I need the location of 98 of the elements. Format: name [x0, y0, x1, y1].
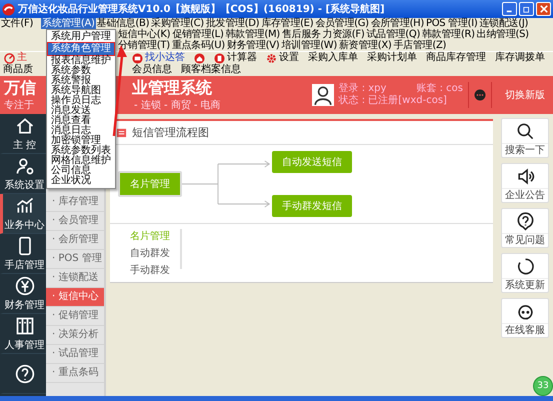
- refresh-icon: [516, 257, 534, 276]
- toolbar-button[interactable]: 计算器: [214, 52, 257, 64]
- menu-item[interactable]: 加密锁管理: [47, 136, 115, 146]
- book-icon: [14, 316, 34, 336]
- menu-item[interactable]: 力资源(F): [322, 29, 366, 40]
- subnav-item[interactable]: · 试品管理: [46, 345, 104, 364]
- toolbar-button[interactable]: 顾客档案信息: [181, 64, 241, 76]
- window-title: 万信达化妆品行业管理系统V10.0【旗舰版】【COS】(160819) - [系统导航图]: [18, 2, 385, 16]
- menu-item[interactable]: 连锁配送(J): [478, 18, 530, 29]
- toolbar-button[interactable]: 找小达答: [132, 52, 185, 64]
- menu-item[interactable]: 售后服务: [280, 29, 322, 40]
- switch-version-button[interactable]: 切换新版: [497, 88, 553, 102]
- brand-title: 万信: [4, 78, 36, 98]
- menu-item[interactable]: 消息查看: [47, 116, 115, 126]
- account-label: 账套 : cos: [416, 83, 463, 95]
- menu-item[interactable]: 操作员日志: [47, 96, 115, 106]
- menu-item[interactable]: 会所管理(H): [370, 18, 425, 29]
- menu-item[interactable]: 试品管理(Q): [365, 29, 422, 40]
- menu-item[interactable]: 财务管理(V): [226, 40, 280, 51]
- menu-item[interactable]: 重点条码(U): [170, 40, 226, 51]
- speaker-icon: [516, 167, 534, 186]
- menu-item[interactable]: 培训管理(W): [280, 40, 338, 51]
- menu-item[interactable]: POS 管理(I): [425, 18, 478, 29]
- subnav-item[interactable]: · 会员管理: [46, 212, 104, 231]
- menu-item[interactable]: 系统管理(A): [41, 18, 96, 29]
- toolbar-button[interactable]: 设置: [266, 52, 299, 64]
- menu-item[interactable]: 企业状况: [47, 176, 115, 186]
- toolbar-button[interactable]: 商品质: [0, 64, 33, 76]
- settings-icon: [266, 52, 277, 64]
- menu-item[interactable]: 采购管理(C): [150, 18, 205, 29]
- house-icon: [14, 116, 34, 136]
- menu-item[interactable]: 基础信息(B): [96, 18, 150, 29]
- menu-item[interactable]: 报表信息维护: [47, 56, 115, 66]
- menu-item[interactable]: 文件(F): [0, 18, 42, 29]
- search-icon: [516, 122, 534, 141]
- subnav-item[interactable]: · 会所管理: [46, 231, 104, 250]
- card-title: 短信管理流程图: [132, 125, 209, 140]
- sidebar-item[interactable]: 业务中心: [0, 194, 46, 234]
- menu-item[interactable]: 网格信息维护: [47, 156, 115, 166]
- toolbar-button[interactable]: 采购入库单: [308, 52, 358, 64]
- quick-tool-button[interactable]: 在线客服: [501, 298, 549, 338]
- menu-item[interactable]: 批发管理(D): [204, 18, 260, 29]
- summary-link[interactable]: 自动群发: [130, 246, 170, 260]
- toolbar-button[interactable]: 主: [0, 52, 27, 64]
- subnav-item[interactable]: · 库存管理: [46, 193, 104, 212]
- gauge-icon: [4, 52, 15, 64]
- notification-badge: 33: [533, 376, 553, 396]
- menu-item[interactable]: 公司信息: [47, 166, 115, 176]
- summary-link[interactable]: 手动群发: [130, 263, 170, 277]
- menu-item[interactable]: 系统警报: [47, 76, 115, 86]
- menu-item[interactable]: 库存管理(E): [260, 18, 314, 29]
- menu-item[interactable]: 系统角色管理: [47, 42, 115, 56]
- subnav-item[interactable]: · POS 管理: [46, 250, 104, 269]
- status-label: 状态 : 已注册[wxd-cos]: [338, 95, 448, 107]
- brand-subtitle: 专注于: [4, 98, 34, 112]
- menu-item[interactable]: 消息发送: [47, 106, 115, 116]
- menu-item[interactable]: 韩款管理(R): [421, 29, 476, 40]
- help-icon: [14, 364, 34, 384]
- menu-item[interactable]: 促销管理(L): [171, 29, 225, 40]
- menu-item[interactable]: 消息日志: [47, 126, 115, 136]
- menu-item[interactable]: 短信中心(K): [117, 29, 172, 40]
- subnav-item[interactable]: · 决策分析: [46, 326, 104, 345]
- minimize-button[interactable]: [502, 2, 517, 16]
- toolbar-button[interactable]: 商品库存管理: [426, 52, 486, 64]
- menu-item[interactable]: 系统用户管理: [47, 32, 115, 42]
- restore-icon: [522, 5, 530, 13]
- avatar-icon: [312, 84, 334, 106]
- close-icon: [540, 5, 548, 13]
- brand-title: 业管理系统: [132, 78, 212, 98]
- login-label: 登录 : xpy: [338, 83, 386, 94]
- menu-item[interactable]: 韩款管理(M): [224, 29, 281, 40]
- toolbar-button[interactable]: 库存调拨单: [495, 52, 545, 64]
- yen-icon: [14, 276, 34, 296]
- logo-icon: [2, 2, 15, 16]
- brand-subtitle: - 连锁 - 商贸 - 电商: [134, 98, 221, 112]
- quick-tool-button[interactable]: 常见问题: [501, 208, 549, 248]
- quick-tool-button[interactable]: 系统更新: [501, 253, 549, 293]
- restore-button[interactable]: [519, 2, 534, 16]
- menu-item[interactable]: 薪资管理(X): [338, 40, 393, 51]
- house-icon[interactable]: [194, 52, 205, 64]
- toolbar-button[interactable]: 会员信息: [132, 64, 172, 76]
- subnav-item[interactable]: · 重点条码: [46, 364, 104, 383]
- menu-item[interactable]: 系统导航图: [47, 86, 115, 96]
- close-button[interactable]: [536, 2, 551, 16]
- subnav-item[interactable]: · 促销管理: [46, 307, 104, 326]
- menu-item[interactable]: 出纳管理(S): [476, 29, 530, 40]
- subnav-item[interactable]: · 短信中心: [46, 288, 104, 307]
- quick-tool-button[interactable]: 搜索一下: [501, 118, 549, 158]
- help-icon: [516, 212, 534, 231]
- menu-item[interactable]: 系统参数列表: [47, 146, 115, 156]
- summary-heading: 名片管理: [130, 230, 170, 243]
- user-gear-icon: [14, 156, 34, 176]
- quick-tool-button[interactable]: 企业公告: [501, 163, 549, 203]
- toolbar-button[interactable]: 采购计划单: [367, 52, 417, 64]
- menu-item[interactable]: 系统参数: [47, 66, 115, 76]
- menu-item[interactable]: 手店管理(Z): [392, 40, 448, 51]
- menu-item[interactable]: 会员管理(G): [314, 18, 370, 29]
- chart-icon: [14, 196, 34, 216]
